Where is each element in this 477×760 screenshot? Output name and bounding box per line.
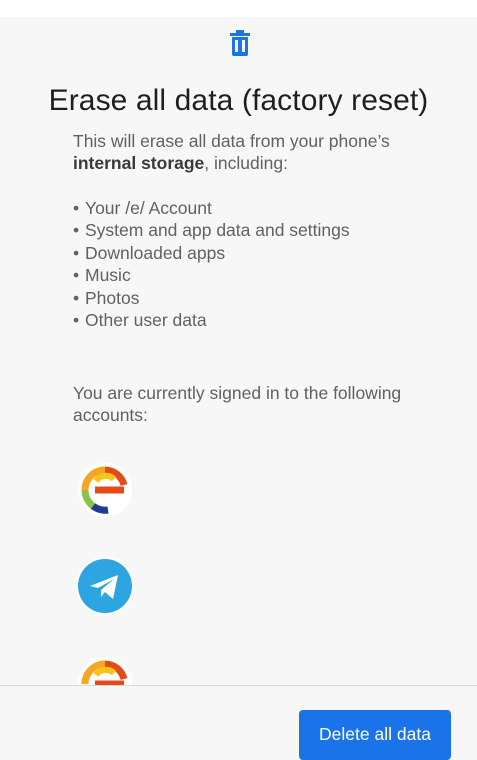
delete-all-data-label: Delete all data <box>319 723 431 744</box>
list-item: • Photos <box>73 287 350 309</box>
list-item: • Other user data <box>73 309 350 331</box>
list-item-label: Photos <box>85 287 140 308</box>
e-account-icon <box>78 657 132 685</box>
list-item: • Downloaded apps <box>73 242 350 264</box>
trash-icon <box>230 30 250 56</box>
bullet: • <box>73 220 80 241</box>
bullet: • <box>73 310 80 331</box>
list-item: • Music <box>73 264 350 286</box>
intro-text-after: , including: <box>204 153 288 173</box>
bullet: • <box>73 265 80 286</box>
e-account-icon <box>78 463 132 517</box>
telegram-icon <box>76 557 134 615</box>
delete-all-data-button[interactable]: Delete all data <box>299 710 451 760</box>
bullet: • <box>73 287 80 308</box>
bullet: • <box>73 198 80 218</box>
bullet: • <box>73 242 80 263</box>
list-item-label: System and app data and settings <box>85 220 350 241</box>
intro-text: This will erase all data from your phone… <box>73 130 453 174</box>
list-item-label: Your /e/ Account <box>85 198 212 218</box>
list-item-label: Music <box>85 265 131 286</box>
accounts-heading: You are currently signed in to the follo… <box>73 383 402 425</box>
intro-text-before: This will erase all data from your phone… <box>73 131 390 151</box>
intro-text-bold: internal storage <box>73 153 205 173</box>
list-item: • System and app data and settings <box>73 219 350 241</box>
status-bar <box>0 0 477 17</box>
erase-items-list: • Your /e/ Account • System and app data a… <box>73 197 350 331</box>
list-item-label: Other user data <box>85 310 207 331</box>
page-title: Erase all data (factory reset) <box>48 84 429 117</box>
list-item: • Your /e/ Account <box>73 197 350 219</box>
list-item-label: Downloaded apps <box>85 242 226 263</box>
